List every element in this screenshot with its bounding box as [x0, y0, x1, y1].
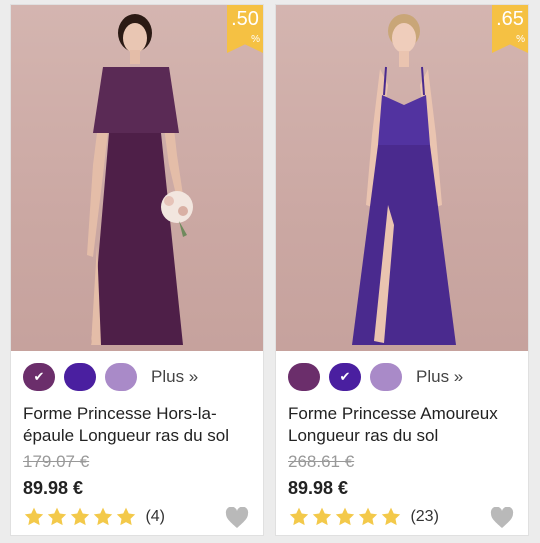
star-icon — [289, 507, 309, 526]
sale-price: 89.98 € — [288, 478, 349, 498]
discount-value: .65 — [496, 8, 524, 30]
original-price: 179.07 € — [23, 452, 90, 471]
star-icon — [93, 507, 113, 526]
star-icon — [312, 507, 332, 526]
color-swatches: ✔ Plus » — [23, 363, 255, 395]
product-card[interactable]: .50 % ✔ Plus » Forme Princesse Hors-la-é… — [10, 4, 264, 536]
original-price: 268.61 € — [288, 452, 355, 471]
product-card[interactable]: .65 % ✔ Plus » Forme Princesse Amoureux … — [275, 4, 529, 536]
review-count[interactable]: (23) — [410, 508, 438, 526]
more-colors-link[interactable]: Plus » — [151, 367, 198, 387]
product-title[interactable]: Forme Princesse Hors-la-épaule Longueur … — [23, 403, 255, 447]
color-swatch-lilac[interactable] — [370, 363, 402, 391]
review-count[interactable]: (4) — [145, 508, 165, 526]
color-swatch-regency[interactable]: ✔ — [329, 363, 361, 391]
color-swatch-regency[interactable] — [64, 363, 96, 391]
dress-illustration — [87, 14, 193, 345]
star-icon — [358, 507, 378, 526]
star-icon — [24, 507, 44, 526]
color-swatch-grape[interactable]: ✔ — [23, 363, 55, 391]
discount-percent: % — [251, 34, 260, 45]
discount-percent: % — [516, 34, 525, 45]
heart-icon[interactable] — [225, 507, 249, 529]
color-swatch-grape[interactable] — [288, 363, 320, 391]
color-swatch-lilac[interactable] — [105, 363, 137, 391]
product-image[interactable]: .65 % — [276, 5, 528, 351]
rating-stars: (23) — [288, 506, 439, 530]
sale-price: 89.98 € — [23, 478, 84, 498]
star-icon — [70, 507, 90, 526]
more-colors-link[interactable]: Plus » — [416, 367, 463, 387]
star-icon — [47, 507, 67, 526]
color-swatches: ✔ Plus » — [288, 363, 520, 395]
rating-stars: (4) — [23, 506, 165, 530]
star-icon — [116, 507, 136, 526]
product-title[interactable]: Forme Princesse Amoureux Longueur ras du… — [288, 403, 520, 447]
heart-icon[interactable] — [490, 507, 514, 529]
product-image[interactable]: .50 % — [11, 5, 263, 351]
check-icon: ✔ — [33, 369, 45, 384]
star-icon — [381, 507, 401, 526]
discount-value: .50 — [231, 8, 259, 30]
check-icon: ✔ — [339, 369, 351, 384]
star-icon — [335, 507, 355, 526]
dress-illustration — [352, 14, 456, 345]
